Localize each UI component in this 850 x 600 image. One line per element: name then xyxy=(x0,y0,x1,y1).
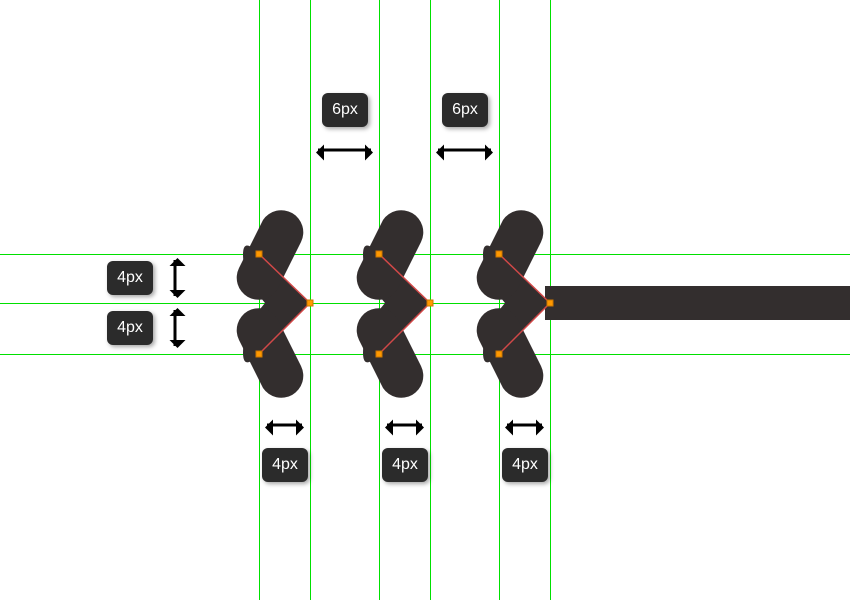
measure-badge: 6px xyxy=(322,93,368,127)
measure-badge: 6px xyxy=(442,93,488,127)
measure-badge: 4px xyxy=(502,448,548,482)
measure-arrow xyxy=(507,424,542,427)
anchor-point[interactable] xyxy=(376,251,383,258)
measure-arrow xyxy=(318,149,371,152)
measure-arrow xyxy=(174,260,177,296)
anchor-point[interactable] xyxy=(256,251,263,258)
measure-arrow xyxy=(174,310,177,346)
shape-layer xyxy=(0,0,850,600)
anchor-point[interactable] xyxy=(307,300,314,307)
anchor-point[interactable] xyxy=(547,300,554,307)
anchor-point[interactable] xyxy=(256,351,263,358)
anchor-point[interactable] xyxy=(376,351,383,358)
measure-badge: 4px xyxy=(262,448,308,482)
measure-badge: 4px xyxy=(107,261,153,295)
diagram-canvas: 6px 6px 4px 4px 4px 4px 4px xyxy=(0,0,850,600)
measure-badge: 4px xyxy=(107,311,153,345)
measure-arrow xyxy=(267,424,302,427)
anchor-point[interactable] xyxy=(496,251,503,258)
measure-badge: 4px xyxy=(382,448,428,482)
measure-arrow xyxy=(438,149,491,152)
measure-arrow xyxy=(387,424,422,427)
anchor-point[interactable] xyxy=(496,351,503,358)
anchor-point[interactable] xyxy=(427,300,434,307)
